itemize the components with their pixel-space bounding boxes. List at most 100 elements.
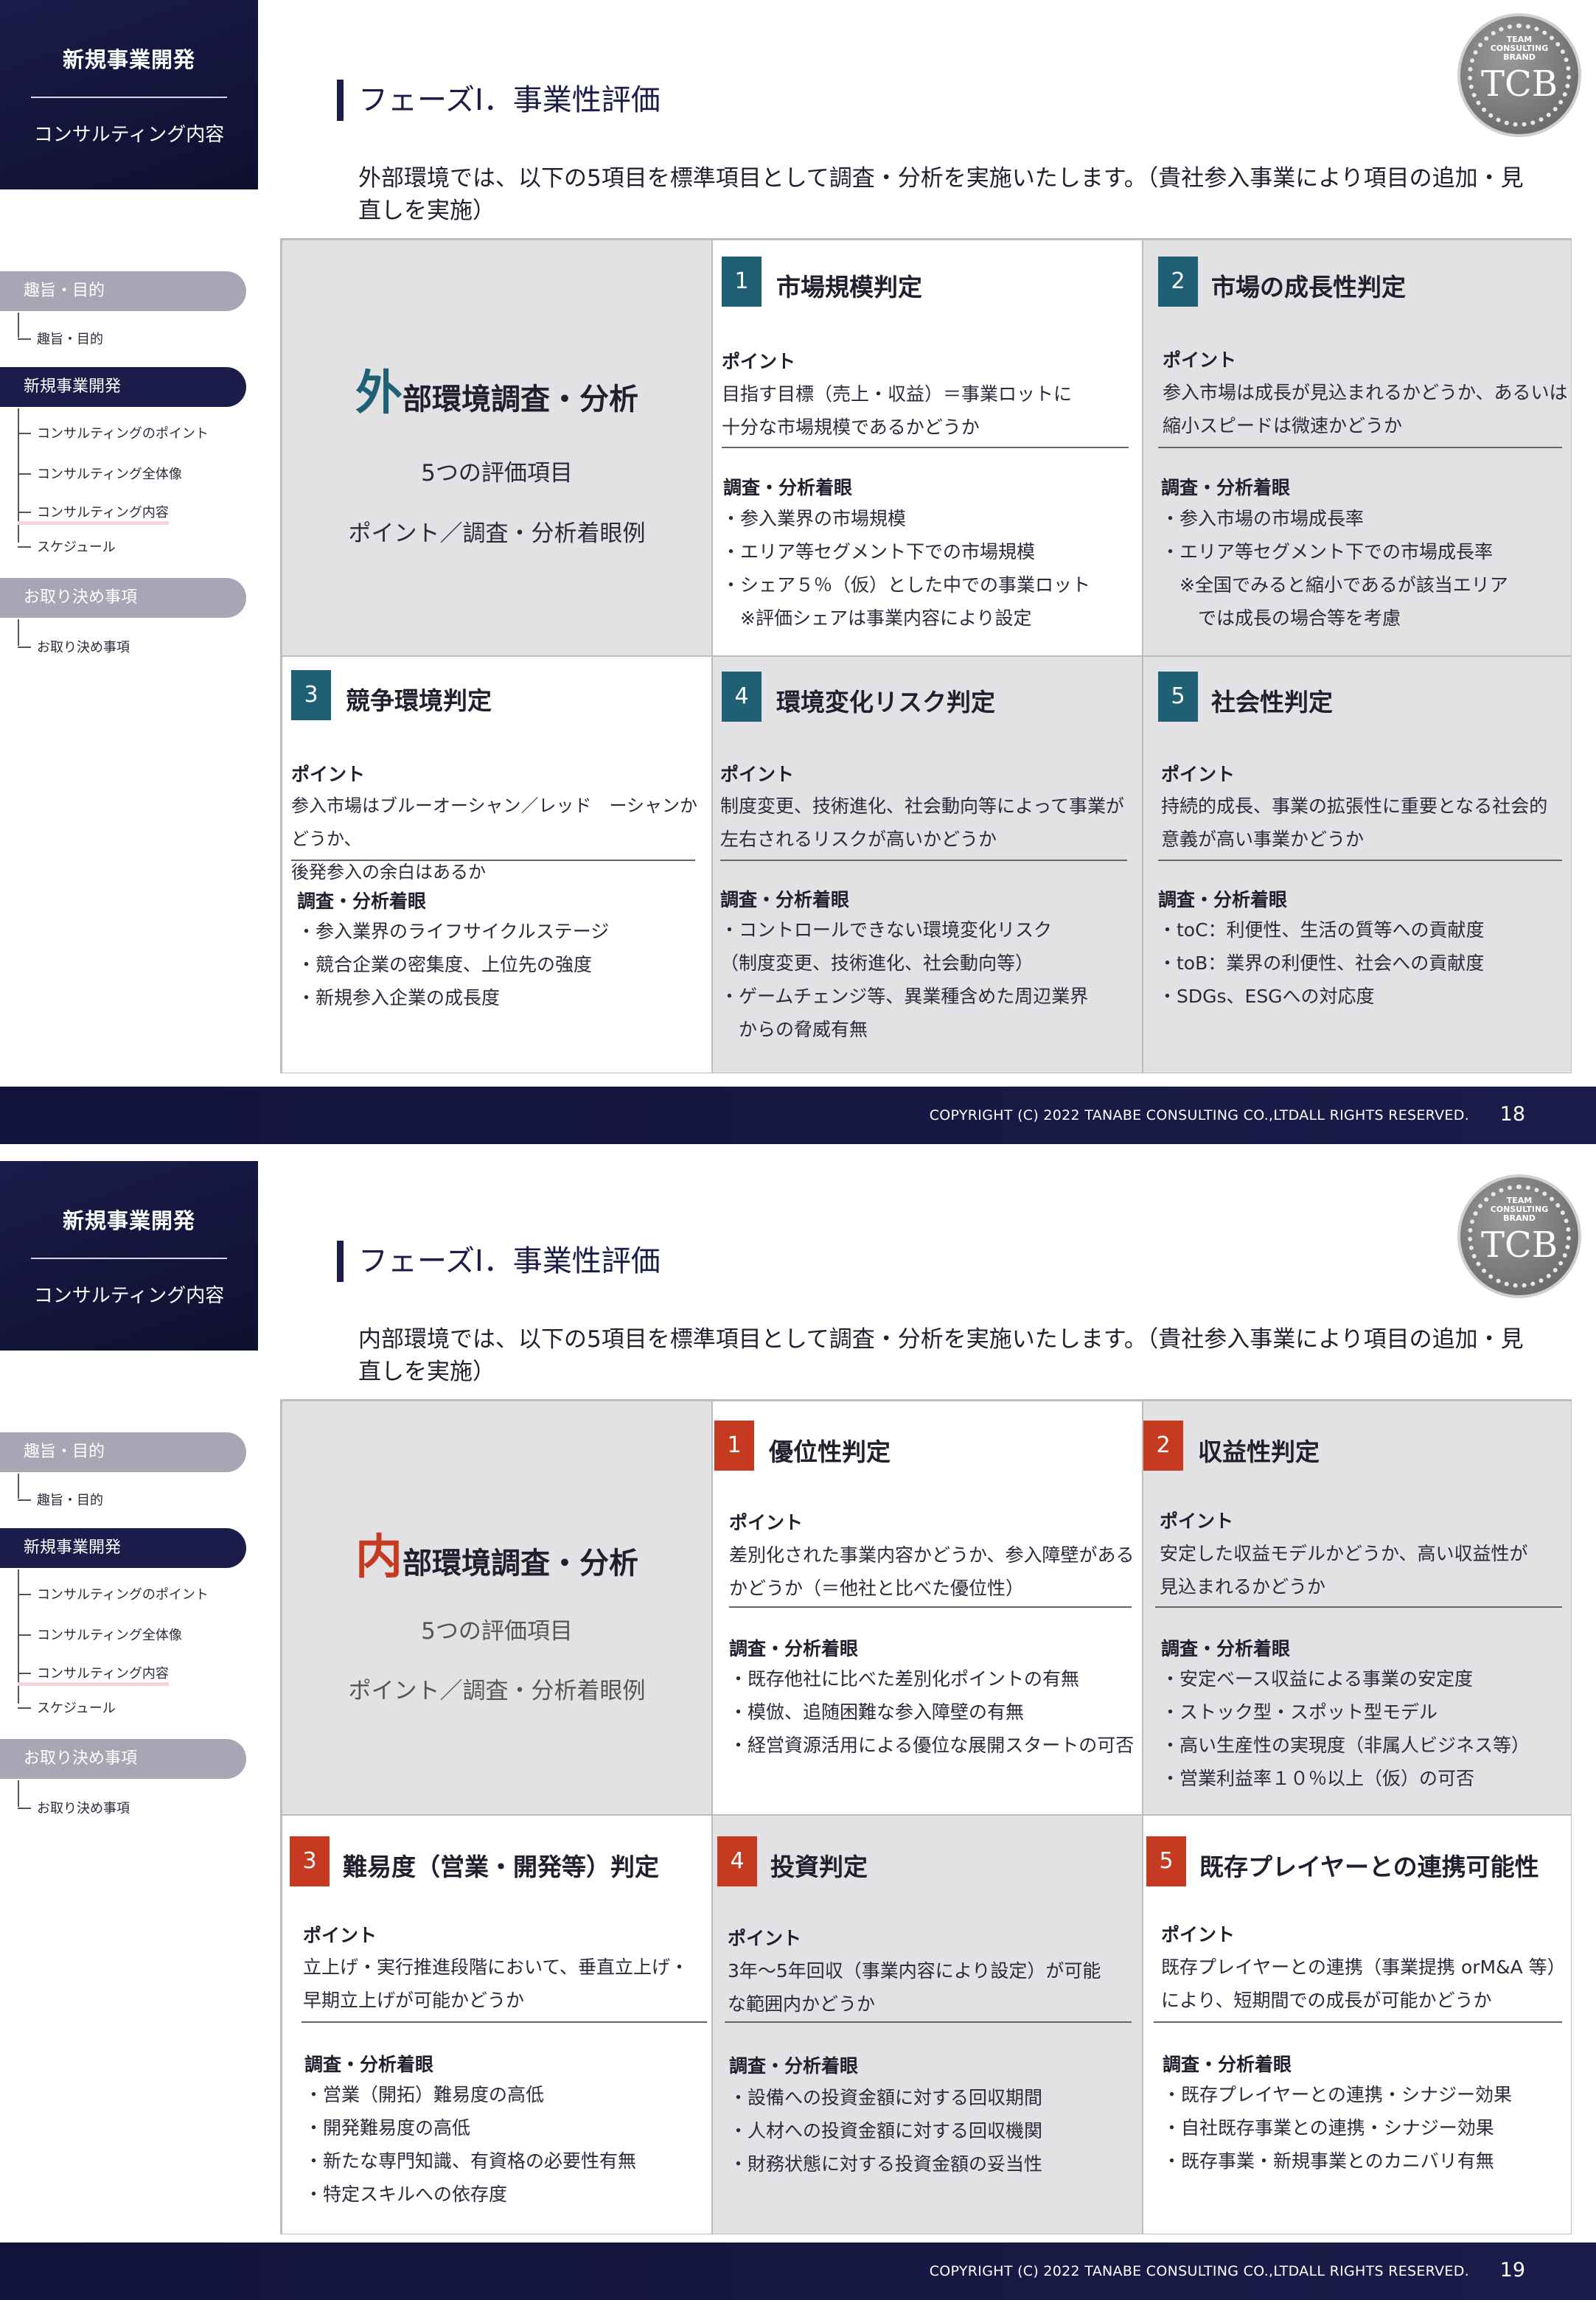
criterion-card-4: 4 環境変化リスク判定 ポイント 制度変更、技術進化、社会動向等によって事業が左… [712, 656, 1143, 1073]
brand-title: 新規事業開発 [62, 1208, 195, 1233]
criterion-number: 2 [1143, 1421, 1183, 1471]
check-list: ・参入市場の市場成長率 ・エリア等セグメント下での市場成長率 ※全国でみると縮小で… [1161, 508, 1508, 629]
nav-item-schedule[interactable]: スケジュール [18, 1698, 116, 1717]
brand-box: 新規事業開発 コンサルティング内容 [0, 0, 258, 189]
evaluation-grid: 内部環境調査・分析 5つの評価項目 ポイント／調査・分析着眼例 1 優位性判定 … [280, 1399, 1572, 2234]
center-title-rest: 部環境調査・分析 [403, 1547, 638, 1581]
center-big-char: 内 [355, 1530, 403, 1585]
nav-item-consulting-points[interactable]: コンサルティングのポイント [18, 423, 209, 442]
center-subtitle-2: ポイント／調査・分析着眼例 [348, 1678, 646, 1704]
criterion-title: 投資判定 [770, 1853, 868, 1881]
point-label: ポイント [720, 764, 795, 785]
phase-heading: フェーズⅠ．事業性評価 [337, 1241, 661, 1282]
brand-title: 新規事業開発 [62, 47, 195, 72]
point-text: 既存プレイヤーとの連携（事業提携 orM&A 等） により、短期間での成長が可能か… [1161, 1956, 1566, 2011]
slide-page-18: 新規事業開発 コンサルティング内容 趣旨・目的 趣旨・目的 新規事業開発 コンサ… [0, 0, 1596, 1150]
check-label: 調査・分析着眼 [720, 889, 850, 910]
point-label: ポイント [1160, 1510, 1234, 1532]
point-label: ポイント [291, 764, 366, 785]
criterion-card-1: 1 市場規模判定 ポイント 目指す目標（売上・収益）＝事業ロットに 十分な市場規模… [712, 240, 1143, 656]
point-label: ポイント [1161, 1924, 1236, 1945]
center-subtitle-1: 5つの評価項目 [421, 460, 573, 487]
point-label: ポイント [1161, 764, 1236, 785]
criterion-number: 2 [1158, 257, 1198, 307]
logo-caption: TEAM CONSULTING BRAND [1490, 1196, 1549, 1223]
divider [729, 1606, 1132, 1608]
criterion-title: 環境変化リスク判定 [776, 688, 995, 717]
nav-item-agreements[interactable]: お取り決め事項 [18, 1798, 130, 1817]
check-label: 調査・分析着眼 [729, 1638, 859, 1659]
logo-mark: TCB [1480, 1224, 1558, 1266]
nav-item-consulting-overview[interactable]: コンサルティング全体像 [18, 464, 182, 483]
nav-item-consulting-content[interactable]: コンサルティング内容 [18, 502, 169, 525]
point-label: ポイント [728, 1928, 802, 1949]
center-big-char: 外 [355, 366, 403, 421]
page-number: 19 [1499, 2259, 1525, 2282]
evaluation-grid: 外部環境調査・分析 5つの評価項目 ポイント／調査・分析着眼例 1 市場規模判定… [280, 238, 1572, 1073]
nav-section-new-business[interactable]: 新規事業開発 [0, 367, 246, 407]
criterion-card-3: 3 競争環境判定 ポイント 参入市場はブルーオーシャン／レッド ーシャンかどうか… [282, 656, 712, 1073]
tcb-logo: TEAM CONSULTING BRAND TCB [1457, 1174, 1581, 1298]
divider [1158, 447, 1562, 448]
center-title-rest: 部環境調査・分析 [403, 383, 638, 417]
criterion-number: 5 [1146, 1836, 1186, 1886]
logo-mark: TCB [1480, 63, 1558, 105]
criterion-card-5: 5 既存プレイヤーとの連携可能性 ポイント 既存プレイヤーとの連携（事業提携 o… [1143, 1815, 1572, 2234]
phase-heading: フェーズⅠ．事業性評価 [337, 80, 661, 121]
point-text: 3年～5年回収（事業内容により設定）が可能 な範囲内かどうか [728, 1960, 1101, 2015]
nav-item-consulting-content[interactable]: コンサルティング内容 [18, 1663, 169, 1686]
criterion-number: 1 [722, 257, 762, 307]
nav-section-agreements[interactable]: お取り決め事項 [0, 578, 246, 618]
copyright: COPYRIGHT (C) 2022 TANABE CONSULTING CO.… [929, 2263, 1469, 2279]
check-label: 調査・分析着眼 [1161, 477, 1291, 498]
center-title: 外部環境調査・分析 [282, 355, 711, 423]
check-list: ・参入業界のライフサイクルステージ ・競合企業の密集度、上位先の強度 ・新規参入企業… [297, 921, 610, 1008]
criterion-number: 3 [290, 1836, 330, 1886]
nav-item-consulting-points[interactable]: コンサルティングのポイント [18, 1584, 209, 1603]
check-list: ・既存他社に比べた差別化ポイントの有無 ・模倣、追随困難な参入障壁の有無 ・経営資源… [729, 1668, 1135, 1756]
logo-caption: TEAM CONSULTING BRAND [1490, 35, 1549, 62]
nav-item-consulting-overview[interactable]: コンサルティング全体像 [18, 1625, 182, 1644]
nav-item-agreements[interactable]: お取り決め事項 [18, 637, 130, 656]
criterion-title: 市場規模判定 [776, 273, 922, 302]
slide-page-19: 新規事業開発 コンサルティング内容 趣旨・目的 趣旨・目的 新規事業開発 コンサ… [0, 1161, 1596, 2300]
criterion-card-2: 2 市場の成長性判定 ポイント 参入市場は成長が見込まれるかどうか、あるいは 縮小… [1143, 240, 1572, 656]
criterion-card-3: 3 難易度（営業・開発等）判定 ポイント 立上げ・実行推進段階において、垂直立上… [282, 1815, 712, 2234]
check-label: 調査・分析着眼 [1158, 889, 1288, 910]
criterion-title: 市場の成長性判定 [1211, 273, 1406, 302]
criterion-card-2: 2 収益性判定 ポイント 安定した収益モデルかどうか、高い収益性が 見込まれるかど… [1143, 1401, 1572, 1815]
point-text: 安定した収益モデルかどうか、高い収益性が 見込まれるかどうか [1160, 1543, 1528, 1597]
check-label: 調査・分析着眼 [304, 2054, 434, 2075]
nav-section-agreements[interactable]: お取り決め事項 [0, 1739, 246, 1779]
point-text: 制度変更、技術進化、社会動向等によって事業が 左右されるリスクが高いかどうか [720, 795, 1125, 850]
nav-item-purpose[interactable]: 趣旨・目的 [18, 329, 103, 348]
nav-section-new-business[interactable]: 新規事業開発 [0, 1528, 246, 1568]
point-label: ポイント [729, 1512, 804, 1533]
point-label: ポイント [722, 351, 796, 372]
center-title: 内部環境調査・分析 [282, 1519, 711, 1587]
nav-section-purpose[interactable]: 趣旨・目的 [0, 271, 246, 311]
criterion-number: 4 [717, 1836, 757, 1886]
copyright: COPYRIGHT (C) 2022 TANABE CONSULTING CO.… [929, 1107, 1469, 1123]
criterion-number: 3 [291, 670, 331, 720]
check-label: 調査・分析着眼 [729, 2055, 859, 2077]
center-subtitle-2: ポイント／調査・分析着眼例 [348, 520, 646, 547]
criterion-number: 1 [714, 1421, 754, 1471]
point-label: ポイント [1163, 349, 1237, 371]
nav-item-schedule[interactable]: スケジュール [18, 537, 116, 556]
check-list: ・営業（開拓）難易度の高低 ・開発難易度の高低 ・新たな専門知識、有資格の必要性有無… [304, 2084, 637, 2205]
criterion-card-5: 5 社会性判定 ポイント 持続的成長、事業の拡張性に重要となる社会的 意義が高い事… [1143, 656, 1572, 1073]
intro-text: 外部環境では、以下の5項目を標準項目として調査・分析を実施いたします。（貴社参入… [358, 165, 1524, 224]
check-list: ・設備への投資金額に対する回収期間 ・人材への投資金額に対する回収機関 ・財務状態に… [729, 2087, 1043, 2175]
criterion-title: 社会性判定 [1211, 688, 1333, 717]
nav-item-purpose[interactable]: 趣旨・目的 [18, 1490, 103, 1509]
check-label: 調査・分析着眼 [723, 477, 853, 498]
check-list: ・参入業界の市場規模 ・エリア等セグメント下での市場規模 ・シェア５％（仮）とした中… [722, 508, 1091, 629]
criterion-title: 競争環境判定 [346, 686, 492, 715]
point-label: ポイント [303, 1925, 377, 1946]
criterion-card-1: 1 優位性判定 ポイント 差別化された事業内容かどうか、参入障壁がある かどうか（… [712, 1401, 1143, 1815]
nav-section-purpose[interactable]: 趣旨・目的 [0, 1432, 246, 1472]
divider [1158, 860, 1562, 861]
brand-divider [31, 1258, 227, 1259]
check-list: ・安定ベース収益による事業の安定度 ・ストック型・スポット型モデル ・高い生産性の実… [1161, 1668, 1530, 1789]
